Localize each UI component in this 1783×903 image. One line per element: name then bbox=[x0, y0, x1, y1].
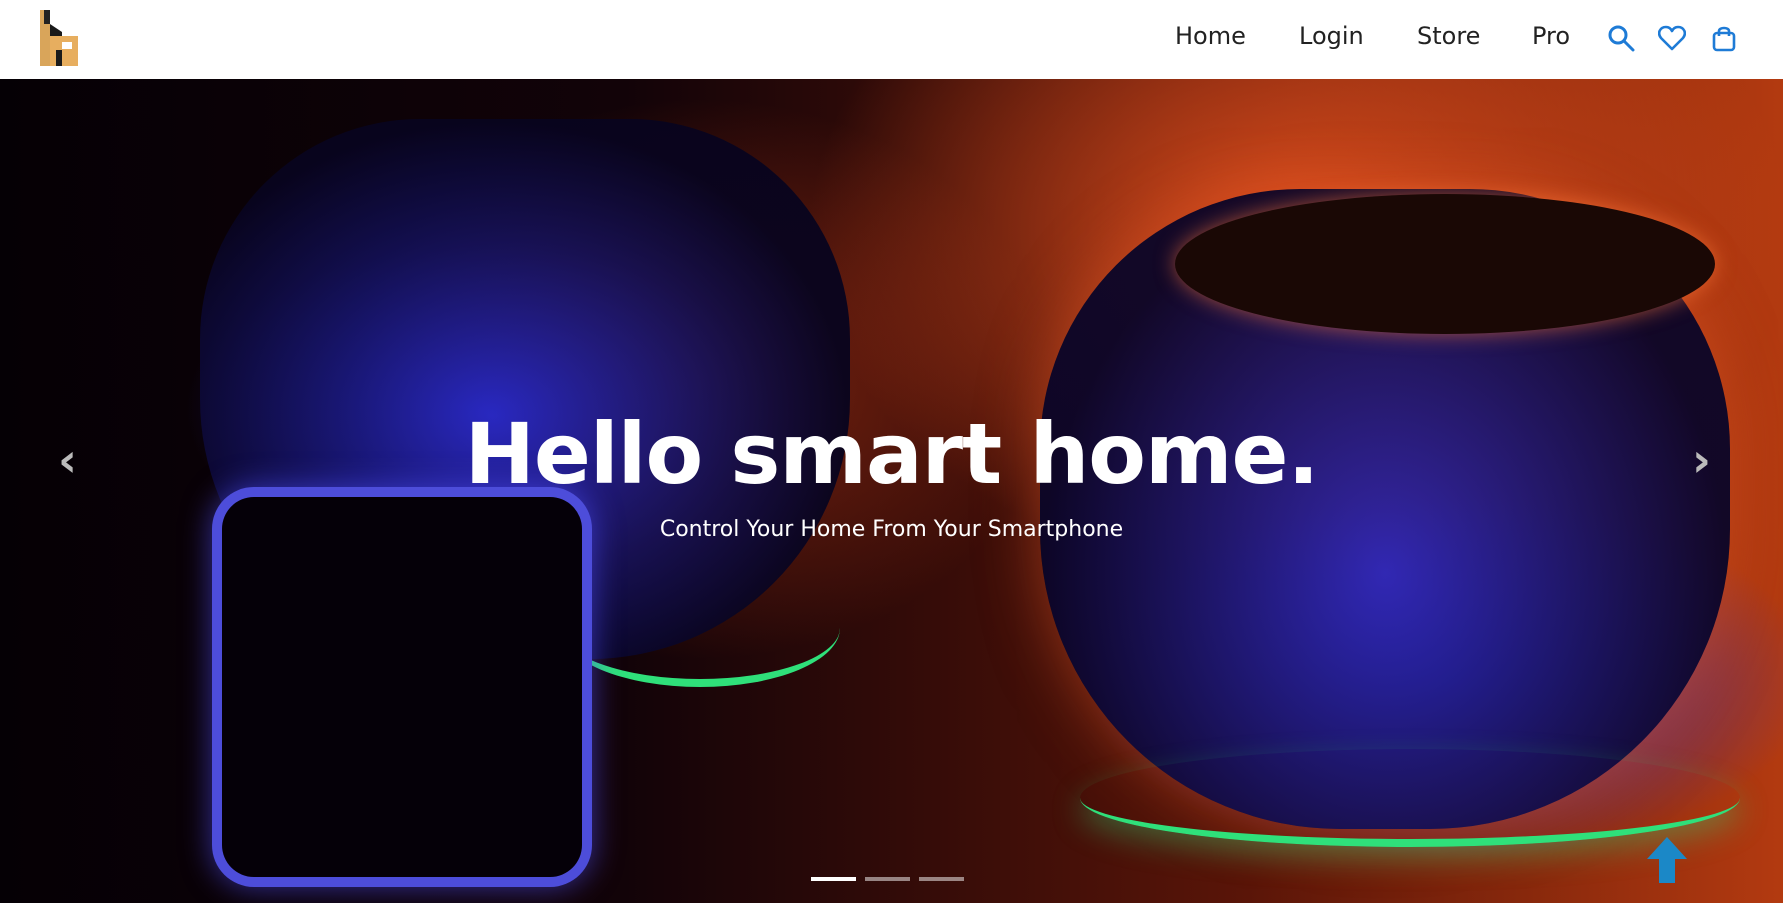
nav-pro-link[interactable]: Pro bbox=[1532, 22, 1570, 50]
hero-subtitle: Control Your Home From Your Smartphone bbox=[659, 517, 1124, 542]
hero-carousel: ‹ › Hello smart home. Control Your Home … bbox=[0, 79, 1783, 903]
right-speaker-glow bbox=[1080, 749, 1740, 847]
shopping-bag-icon[interactable] bbox=[1710, 24, 1738, 52]
nav-store-link[interactable]: Store bbox=[1417, 22, 1480, 50]
carousel-indicator-3[interactable] bbox=[919, 877, 964, 881]
search-icon[interactable] bbox=[1607, 24, 1635, 52]
right-speaker-top bbox=[1175, 194, 1715, 334]
house-logo-icon[interactable] bbox=[38, 10, 78, 66]
carousel-indicator-1[interactable] bbox=[811, 877, 856, 881]
carousel-indicator-2[interactable] bbox=[865, 877, 910, 881]
smartwatch-image bbox=[212, 487, 592, 887]
navbar: Home Login Store Pro bbox=[0, 0, 1783, 79]
nav-home-link[interactable]: Home bbox=[1175, 22, 1246, 50]
left-speaker-glow bbox=[560, 569, 840, 687]
hero-title: Hello smart home. bbox=[464, 405, 1320, 503]
heart-icon[interactable] bbox=[1658, 24, 1686, 52]
back-to-top-icon[interactable] bbox=[1647, 837, 1687, 883]
nav-login-link[interactable]: Login bbox=[1299, 22, 1364, 50]
